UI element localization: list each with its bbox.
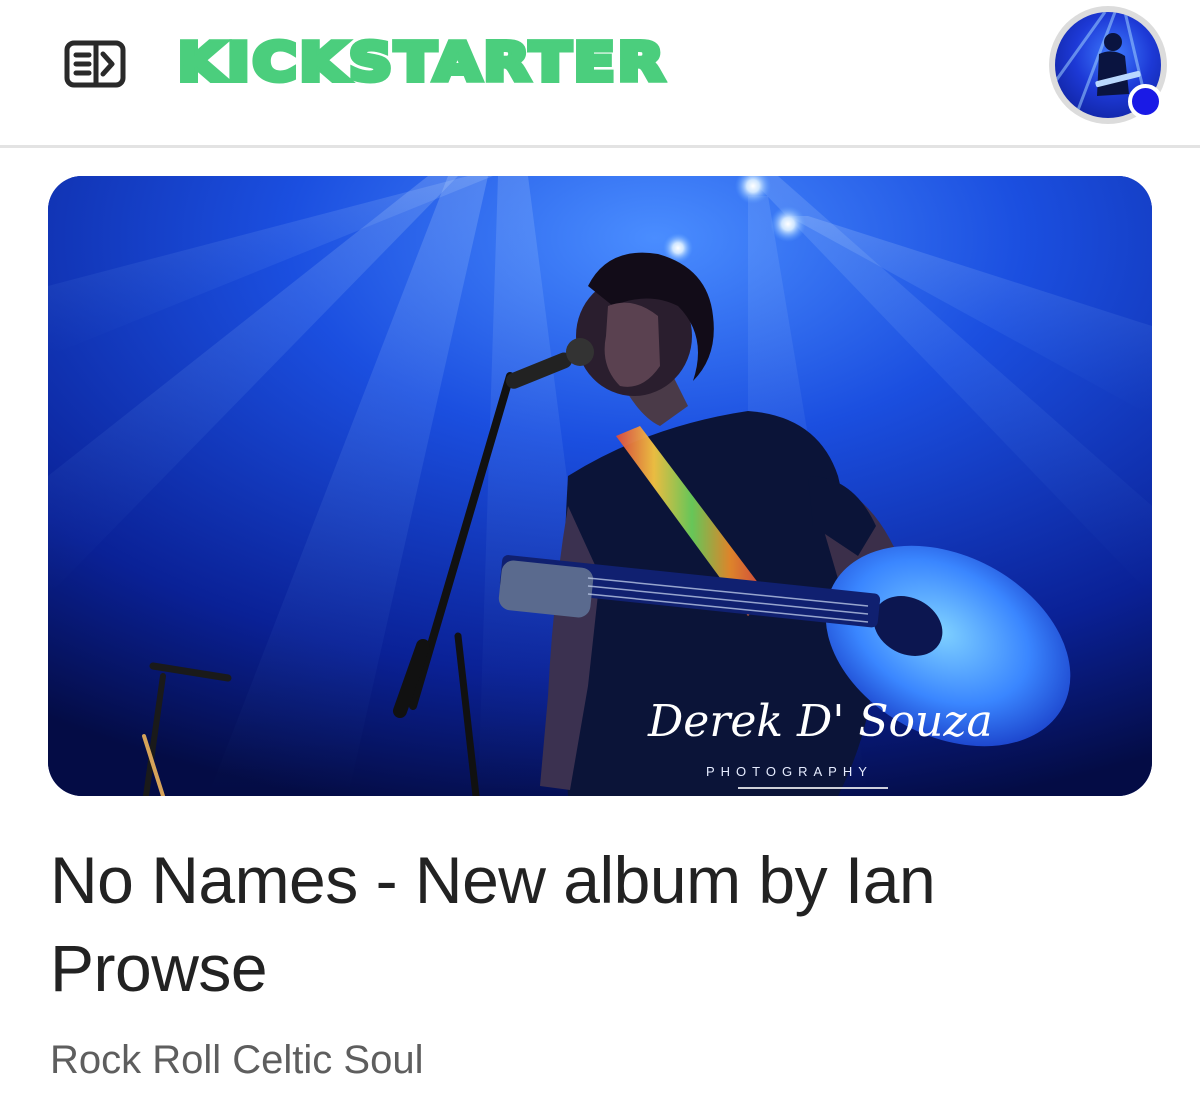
user-avatar-button[interactable]	[1049, 6, 1167, 124]
top-bar: KICKSTARTER	[0, 0, 1200, 148]
notification-dot	[1128, 84, 1163, 119]
svg-text:Derek D' Souza: Derek D' Souza	[647, 696, 993, 747]
svg-text:PHOTOGRAPHY: PHOTOGRAPHY	[706, 764, 873, 779]
project-hero-image[interactable]: Derek D' Souza PHOTOGRAPHY	[48, 176, 1152, 796]
project-title[interactable]: No Names - New album by Ian Prowse	[50, 836, 1160, 1012]
kickstarter-logo[interactable]: KICKSTARTER	[175, 28, 667, 98]
sidebar-toggle-icon[interactable]	[64, 40, 126, 88]
project-subtitle: Rock Roll Celtic Soul	[50, 1038, 424, 1082]
